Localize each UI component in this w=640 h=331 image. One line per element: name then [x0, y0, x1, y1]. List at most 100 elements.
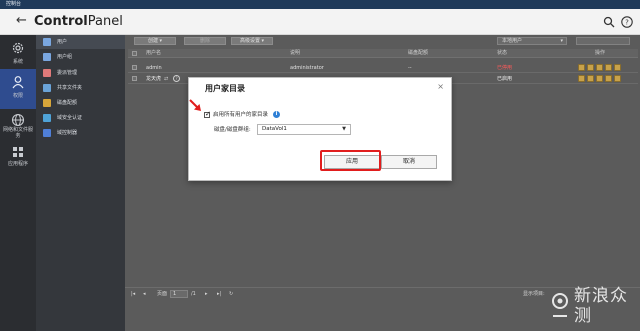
sidebar-item-user-groups[interactable]: 用户组 [36, 50, 125, 64]
category-label: 网络和文件服务 [2, 127, 33, 139]
watermark-text: 新浪众测 [574, 286, 628, 326]
page-label: 页面 [157, 291, 168, 297]
page-number-input[interactable]: 1 [170, 290, 188, 298]
user-icon [12, 76, 24, 89]
sidebar-item-users[interactable]: 用户 [36, 35, 125, 49]
watermark-logo [552, 293, 568, 317]
sidebar-item-label: 用户 [57, 39, 68, 45]
category-label: 应用程序 [7, 161, 28, 167]
users-icon [43, 38, 51, 46]
chevron-down-icon: ▼ [342, 126, 346, 132]
edit-group-icon[interactable] [587, 64, 594, 71]
edit-app-privilege-icon[interactable] [614, 75, 621, 82]
highlight-annotation-box [320, 150, 381, 171]
sidebar: 用户 用户组 委派管理 共享文件夹 磁盘配额 域安全认证 域控制器 [36, 35, 125, 331]
edit-group-icon[interactable] [587, 75, 594, 82]
chevron-down-icon: ▾ [560, 38, 563, 44]
sidebar-item-shared-folders[interactable]: 共享文件夹 [36, 81, 125, 95]
delegation-icon [43, 69, 51, 77]
prev-page-button[interactable]: ◂ [143, 291, 146, 297]
svg-text:?: ? [625, 19, 629, 27]
category-privilege[interactable]: 权限 [0, 69, 36, 109]
close-icon[interactable]: × [437, 82, 444, 92]
sidebar-item-domain-controller[interactable]: 域控制器 [36, 126, 125, 140]
help-icon[interactable]: ? [621, 16, 633, 28]
info-icon[interactable]: ? [173, 75, 180, 82]
edit-privilege-icon[interactable] [596, 75, 603, 82]
enable-home-folder-checkbox[interactable]: ✓ [204, 110, 211, 118]
edit-quota-icon[interactable] [605, 64, 612, 71]
display-count-label: 显示项目: [523, 291, 545, 297]
username-cell: admin [146, 65, 162, 71]
table-header: 用户名 说明 磁盘配额 状态 操作 [128, 49, 638, 58]
create-button[interactable]: 创建 ▾ [134, 37, 176, 45]
domain-controller-icon [43, 129, 51, 137]
row-checkbox[interactable] [132, 65, 137, 70]
column-header: 操作 [595, 50, 606, 56]
sidebar-item-label: 用户组 [57, 54, 73, 60]
status-cell: 已启用 [497, 76, 513, 82]
edit-app-privilege-icon[interactable] [614, 64, 621, 71]
quota-cell: -- [408, 65, 412, 71]
description-cell: administrator [290, 65, 324, 71]
category-apps[interactable]: 应用程序 [0, 139, 36, 179]
toolbar: 创建 ▾ 删除 高级设置 ▾ 本地用户 ▾ [125, 35, 640, 47]
user-filter-select[interactable]: 本地用户 ▾ [497, 37, 567, 45]
sidebar-item-label: 委派管理 [57, 70, 78, 76]
next-page-button[interactable]: ▸ [205, 291, 208, 297]
gear-icon [12, 42, 24, 54]
cancel-button[interactable]: 取消 [381, 155, 437, 169]
column-header[interactable]: 用户名 [146, 50, 161, 57]
watermark: 新浪众测 [548, 286, 638, 328]
sidebar-item-label: 共享文件夹 [57, 85, 83, 91]
delete-button[interactable]: 删除 [184, 37, 226, 45]
edit-user-icon[interactable] [578, 75, 585, 82]
grid-icon [13, 147, 23, 157]
edit-user-icon[interactable] [578, 64, 585, 71]
page-total: /1 [191, 291, 196, 297]
volume-select[interactable]: DataVol1 ▼ [257, 124, 351, 135]
app-header: ← ControlPanel ? [0, 9, 640, 35]
globe-icon [11, 113, 25, 127]
status-cell: 已停用 [497, 65, 513, 71]
category-label: 系统 [12, 59, 23, 65]
link-icon[interactable]: ⇄ [164, 76, 168, 82]
sidebar-item-delegation[interactable]: 委派管理 [36, 66, 125, 80]
folder-icon [43, 84, 51, 92]
category-bar: 系统 权限 网络和文件服务 应用程序 [0, 35, 36, 331]
select-all-checkbox[interactable] [132, 51, 137, 56]
window-title: 控制台 [6, 1, 22, 7]
row-actions [578, 64, 626, 72]
page-title: ControlPanel [34, 14, 123, 29]
table-row[interactable]: admin administrator -- 已停用 [128, 63, 638, 73]
volume-field-label: 磁盘/磁盘群组: [214, 127, 251, 133]
edit-quota-icon[interactable] [605, 75, 612, 82]
sidebar-item-quota[interactable]: 磁盘配额 [36, 96, 125, 110]
row-checkbox[interactable] [132, 76, 137, 81]
sidebar-item-label: 域安全认证 [57, 115, 83, 121]
search-input[interactable] [576, 37, 630, 45]
window-titlebar: 控制台 [0, 0, 640, 9]
column-header[interactable]: 状态 [497, 50, 507, 57]
first-page-button[interactable]: |◂ [131, 291, 135, 297]
back-button[interactable]: ← [16, 14, 27, 28]
user-group-icon [43, 53, 51, 61]
refresh-icon[interactable]: ↻ [229, 291, 233, 297]
quota-icon [43, 99, 51, 107]
info-icon[interactable]: i [273, 111, 280, 118]
column-header[interactable]: 说明 [290, 50, 300, 57]
last-page-button[interactable]: ▸| [217, 291, 221, 297]
dialog-title: 用户家目录 [205, 84, 245, 93]
sidebar-item-label: 域控制器 [57, 130, 78, 136]
advanced-settings-button[interactable]: 高级设置 ▾ [231, 37, 273, 45]
edit-privilege-icon[interactable] [596, 64, 603, 71]
column-header[interactable]: 磁盘配额 [408, 50, 428, 57]
category-label: 权限 [12, 93, 23, 99]
domain-security-icon [43, 114, 51, 122]
sidebar-item-domain-security[interactable]: 域安全认证 [36, 111, 125, 125]
username-cell: 龙天虎 [146, 76, 162, 82]
checkmark-icon: ✓ [205, 110, 211, 118]
search-icon[interactable] [603, 16, 615, 28]
checkbox-label: 启用所有用户的家目录 [213, 112, 269, 118]
sidebar-item-label: 磁盘配额 [57, 100, 78, 106]
